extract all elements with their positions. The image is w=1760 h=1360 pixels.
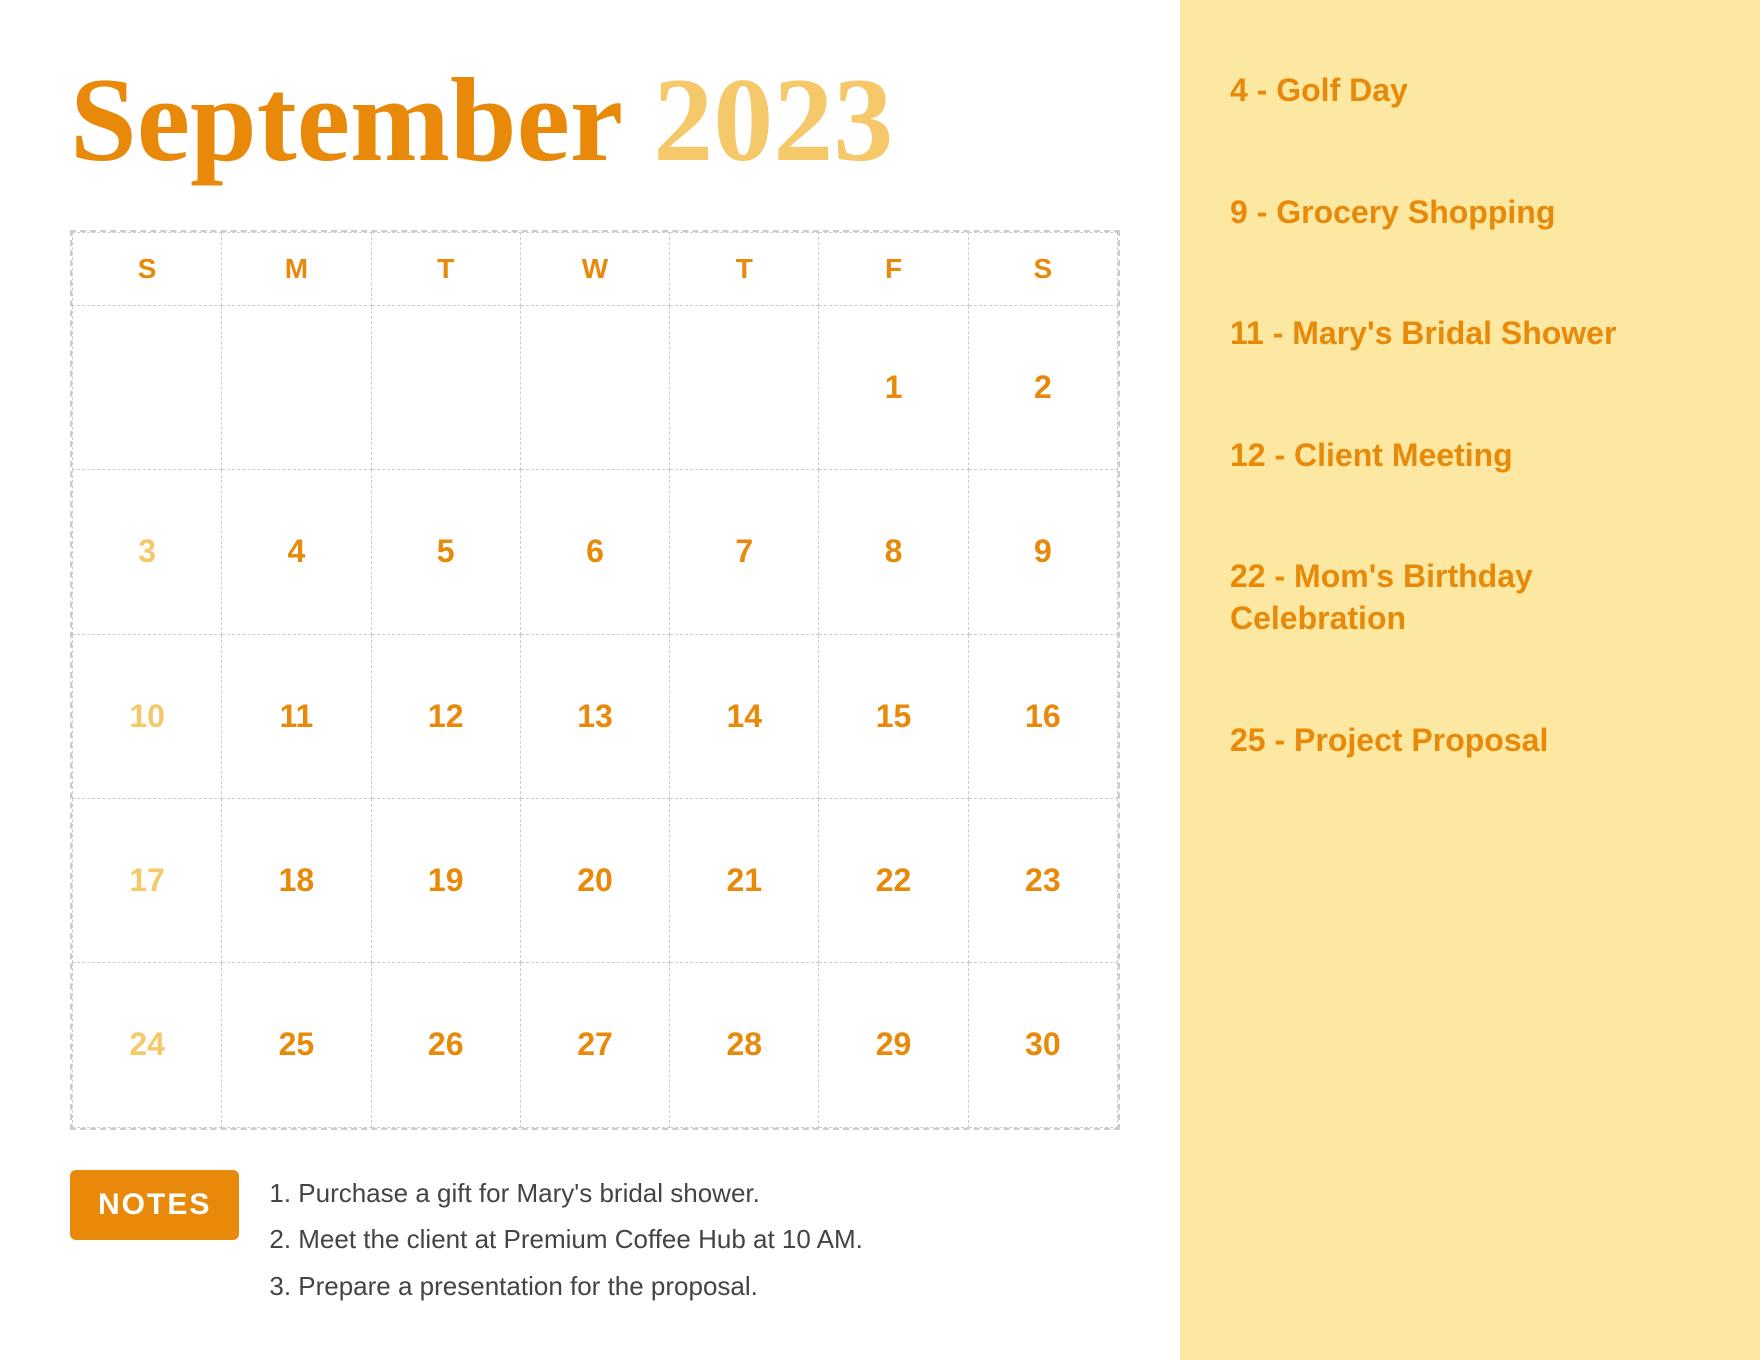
calendar-week-row: 10111213141516	[73, 634, 1118, 798]
calendar-day: 1	[819, 306, 968, 470]
calendar-day: 26	[371, 963, 520, 1127]
calendar-day: 5	[371, 470, 520, 634]
days-header-row: SMTWTFS	[73, 233, 1118, 306]
calendar-day: 28	[670, 963, 819, 1127]
event-item: 9 - Grocery Shopping	[1230, 152, 1710, 274]
calendar-table: SMTWTFS 12345678910111213141516171819202…	[72, 232, 1118, 1128]
calendar-day: 19	[371, 798, 520, 962]
calendar-day: 21	[670, 798, 819, 962]
calendar-day	[222, 306, 371, 470]
day-of-week-header: S	[73, 233, 222, 306]
calendar-week-row: 17181920212223	[73, 798, 1118, 962]
calendar-day: 22	[819, 798, 968, 962]
calendar-week-row: 24252627282930	[73, 963, 1118, 1127]
calendar-day: 11	[222, 634, 371, 798]
day-of-week-header: S	[968, 233, 1117, 306]
notes-badge: NOTES	[70, 1170, 239, 1240]
notes-list: 1. Purchase a gift for Mary's bridal sho…	[269, 1170, 862, 1310]
main-area: September 2023 SMTWTFS 12345678910111213…	[0, 0, 1180, 1360]
notes-section: NOTES 1. Purchase a gift for Mary's brid…	[70, 1170, 1120, 1310]
day-of-week-header: W	[520, 233, 669, 306]
note-item: 3. Prepare a presentation for the propos…	[269, 1263, 862, 1310]
calendar-day: 8	[819, 470, 968, 634]
calendar-day: 15	[819, 634, 968, 798]
calendar-day: 12	[371, 634, 520, 798]
event-item: 12 - Client Meeting	[1230, 395, 1710, 517]
calendar-day: 9	[968, 470, 1117, 634]
calendar-day	[371, 306, 520, 470]
calendar-day: 7	[670, 470, 819, 634]
calendar-day	[73, 306, 222, 470]
calendar-day: 18	[222, 798, 371, 962]
calendar-day	[670, 306, 819, 470]
month-title: September 2023	[70, 60, 1120, 180]
day-of-week-header: T	[371, 233, 520, 306]
calendar-week-row: 3456789	[73, 470, 1118, 634]
calendar-week-row: 12	[73, 306, 1118, 470]
calendar-day: 2	[968, 306, 1117, 470]
calendar-day: 23	[968, 798, 1117, 962]
day-of-week-header: T	[670, 233, 819, 306]
calendar-day: 24	[73, 963, 222, 1127]
calendar-day	[520, 306, 669, 470]
calendar-day: 10	[73, 634, 222, 798]
calendar-day: 27	[520, 963, 669, 1127]
calendar-day: 29	[819, 963, 968, 1127]
event-item: 4 - Golf Day	[1230, 60, 1710, 152]
sidebar: 4 - Golf Day9 - Grocery Shopping11 - Mar…	[1180, 0, 1760, 1360]
calendar-day: 25	[222, 963, 371, 1127]
calendar-day: 16	[968, 634, 1117, 798]
event-item: 11 - Mary's Bridal Shower	[1230, 273, 1710, 395]
calendar-day: 13	[520, 634, 669, 798]
calendar-day: 4	[222, 470, 371, 634]
calendar-day: 14	[670, 634, 819, 798]
year-label: 2023	[653, 60, 893, 180]
month-label: September	[70, 60, 623, 180]
note-item: 1. Purchase a gift for Mary's bridal sho…	[269, 1170, 862, 1217]
event-item: 25 - Project Proposal	[1230, 680, 1710, 802]
calendar-day: 30	[968, 963, 1117, 1127]
day-of-week-header: F	[819, 233, 968, 306]
calendar-day: 20	[520, 798, 669, 962]
event-item: 22 - Mom's Birthday Celebration	[1230, 516, 1710, 679]
day-of-week-header: M	[222, 233, 371, 306]
calendar-day: 17	[73, 798, 222, 962]
calendar-day: 3	[73, 470, 222, 634]
calendar-wrapper: SMTWTFS 12345678910111213141516171819202…	[70, 230, 1120, 1130]
calendar-day: 6	[520, 470, 669, 634]
note-item: 2. Meet the client at Premium Coffee Hub…	[269, 1216, 862, 1263]
